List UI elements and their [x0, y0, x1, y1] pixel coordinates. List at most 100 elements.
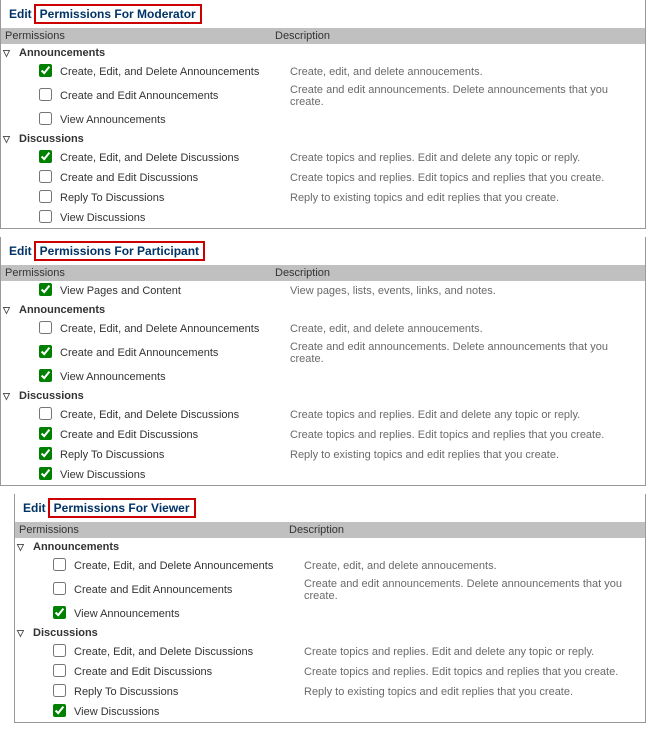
- permission-group-row: ▽ Discussions: [15, 624, 645, 642]
- permission-checkbox[interactable]: [39, 88, 52, 101]
- permission-description: Create and edit announcements. Delete an…: [300, 576, 645, 604]
- permission-checkbox[interactable]: [39, 112, 52, 125]
- permission-description: Create topics and replies. Edit topics a…: [286, 168, 645, 188]
- collapse-icon[interactable]: ▽: [17, 628, 24, 639]
- permission-label: Create, Edit, and Delete Discussions: [70, 642, 300, 662]
- permission-group-row: ▽ Announcements: [1, 301, 645, 319]
- permission-label: View Announcements: [56, 367, 286, 387]
- permission-checkbox[interactable]: [39, 407, 52, 420]
- permission-description: Create topics and replies. Edit and dele…: [286, 148, 645, 168]
- permission-checkbox[interactable]: [39, 345, 52, 358]
- permission-row: Create and Edit AnnouncementsCreate and …: [1, 82, 645, 110]
- permission-label: Create and Edit Announcements: [56, 339, 286, 367]
- permissions-table: ▽ AnnouncementsCreate, Edit, and Delete A…: [1, 44, 645, 228]
- permission-description: Create topics and replies. Edit and dele…: [286, 405, 645, 425]
- permission-label: View Discussions: [56, 208, 286, 228]
- permission-group-row: ▽ Announcements: [15, 538, 645, 556]
- permission-checkbox[interactable]: [53, 684, 66, 697]
- permission-row: Create and Edit DiscussionsCreate topics…: [15, 662, 645, 682]
- collapse-icon[interactable]: ▽: [17, 542, 24, 553]
- permission-label: Reply To Discussions: [56, 188, 286, 208]
- permission-checkbox[interactable]: [39, 64, 52, 77]
- column-headers: PermissionsDescription: [1, 28, 645, 44]
- collapse-icon[interactable]: ▽: [3, 48, 10, 59]
- permission-row: Create, Edit, and Delete DiscussionsCrea…: [15, 642, 645, 662]
- permission-description: Create topics and replies. Edit and dele…: [300, 642, 645, 662]
- permission-description: Reply to existing topics and edit replie…: [300, 682, 645, 702]
- permissions-column-header: Permissions: [1, 265, 271, 281]
- permissions-section-participant: EditPermissions For ParticipantPermissio…: [0, 237, 646, 486]
- permission-label: Create and Edit Discussions: [56, 168, 286, 188]
- permission-checkbox[interactable]: [39, 321, 52, 334]
- permission-label: Create, Edit, and Delete Announcements: [56, 62, 286, 82]
- permission-label: Reply To Discussions: [56, 445, 286, 465]
- edit-link[interactable]: Edit: [9, 244, 32, 258]
- permission-checkbox[interactable]: [39, 283, 52, 296]
- permission-description: [300, 702, 645, 722]
- permission-description: Create and edit announcements. Delete an…: [286, 339, 645, 367]
- permission-checkbox[interactable]: [39, 369, 52, 382]
- permission-label: View Announcements: [56, 110, 286, 130]
- permission-checkbox[interactable]: [53, 664, 66, 677]
- description-column-header: Description: [271, 28, 645, 44]
- permission-checkbox[interactable]: [39, 190, 52, 203]
- permission-label: View Discussions: [70, 702, 300, 722]
- permission-description: Create, edit, and delete annoucements.: [300, 556, 645, 576]
- group-name: Announcements: [15, 301, 286, 319]
- permission-row: View Discussions: [1, 208, 645, 228]
- permission-checkbox[interactable]: [53, 704, 66, 717]
- permission-row: View Announcements: [1, 110, 645, 130]
- permission-label: View Announcements: [70, 604, 300, 624]
- permission-label: Create and Edit Announcements: [56, 82, 286, 110]
- permission-group-row: ▽Discussions: [1, 130, 645, 148]
- permission-checkbox[interactable]: [39, 427, 52, 440]
- permission-description: [286, 208, 645, 228]
- permission-description: [286, 110, 645, 130]
- permission-checkbox[interactable]: [39, 447, 52, 460]
- permission-checkbox[interactable]: [39, 170, 52, 183]
- permission-group-row: ▽ Announcements: [1, 44, 645, 62]
- group-name: Announcements: [15, 44, 286, 62]
- permission-row: Create, Edit, and Delete AnnouncementsCr…: [1, 319, 645, 339]
- group-name: Discussions: [29, 624, 300, 642]
- permission-checkbox[interactable]: [39, 467, 52, 480]
- permission-checkbox[interactable]: [39, 210, 52, 223]
- permission-description: Create and edit announcements. Delete an…: [286, 82, 645, 110]
- collapse-icon[interactable]: ▽: [3, 305, 10, 316]
- edit-link[interactable]: Edit: [9, 7, 32, 21]
- collapse-icon[interactable]: ▽: [3, 391, 10, 402]
- permission-row: Create and Edit DiscussionsCreate topics…: [1, 425, 645, 445]
- permission-checkbox[interactable]: [53, 644, 66, 657]
- column-headers: PermissionsDescription: [15, 522, 645, 538]
- group-name: Announcements: [29, 538, 300, 556]
- permissions-column-header: Permissions: [15, 522, 285, 538]
- permission-description: Create topics and replies. Edit topics a…: [300, 662, 645, 682]
- permission-checkbox[interactable]: [53, 606, 66, 619]
- section-title: Permissions For Moderator: [34, 4, 202, 24]
- permission-label: Create and Edit Announcements: [70, 576, 300, 604]
- permission-label: Create, Edit, and Delete Discussions: [56, 148, 286, 168]
- section-header: EditPermissions For Participant: [1, 237, 645, 265]
- permission-row: Create, Edit, and Delete AnnouncementsCr…: [1, 62, 645, 82]
- permission-description: Create, edit, and delete annoucements.: [286, 319, 645, 339]
- permission-checkbox[interactable]: [53, 558, 66, 571]
- permission-description: Reply to existing topics and edit replie…: [286, 445, 645, 465]
- section-header: EditPermissions For Viewer: [15, 494, 645, 522]
- permission-group-row: ▽Discussions: [1, 387, 645, 405]
- permission-label: Create, Edit, and Delete Announcements: [70, 556, 300, 576]
- permission-row: Reply To DiscussionsReply to existing to…: [15, 682, 645, 702]
- edit-link[interactable]: Edit: [23, 501, 46, 515]
- permission-checkbox[interactable]: [53, 582, 66, 595]
- permission-description: [300, 604, 645, 624]
- permission-row: View Discussions: [15, 702, 645, 722]
- permission-row: View Announcements: [15, 604, 645, 624]
- permission-row: Create and Edit DiscussionsCreate topics…: [1, 168, 645, 188]
- permission-row: Create, Edit, and Delete AnnouncementsCr…: [15, 556, 645, 576]
- permission-label: Create, Edit, and Delete Announcements: [56, 319, 286, 339]
- permission-checkbox[interactable]: [39, 150, 52, 163]
- permissions-column-header: Permissions: [1, 28, 271, 44]
- collapse-icon[interactable]: ▽: [3, 134, 10, 145]
- permission-label: Create and Edit Discussions: [70, 662, 300, 682]
- permission-row: Reply To DiscussionsReply to existing to…: [1, 188, 645, 208]
- permission-row: Create and Edit AnnouncementsCreate and …: [15, 576, 645, 604]
